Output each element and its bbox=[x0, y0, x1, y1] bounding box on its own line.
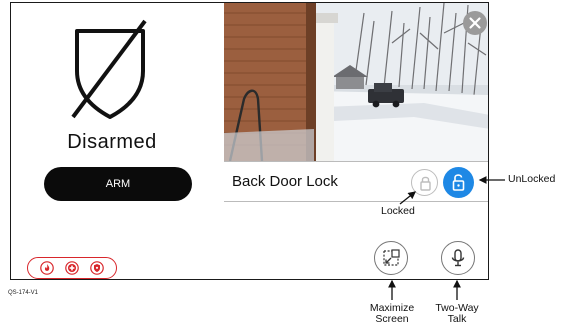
figure-id: QS-174-V1 bbox=[8, 290, 39, 296]
police-icon[interactable] bbox=[90, 261, 105, 275]
device-screen: Disarmed ARM Back Door Lock bbox=[10, 2, 489, 280]
close-icon[interactable] bbox=[463, 11, 487, 35]
maximize-screen-button[interactable] bbox=[374, 241, 408, 275]
callout-maximize-line2: Screen bbox=[375, 313, 409, 325]
emergency-buttons[interactable] bbox=[27, 257, 117, 279]
lock-name: Back Door Lock bbox=[232, 173, 338, 190]
unlock-button[interactable] bbox=[443, 167, 474, 198]
callout-maximize: Maximize Screen bbox=[364, 303, 420, 325]
arm-status-text: Disarmed bbox=[67, 131, 157, 153]
microphone-icon[interactable] bbox=[442, 242, 474, 274]
callout-locked: Locked bbox=[381, 205, 415, 217]
lock-closed-icon[interactable] bbox=[412, 170, 439, 197]
shield-disarmed-icon bbox=[71, 19, 147, 119]
camera-image bbox=[224, 3, 488, 161]
camera-feed[interactable] bbox=[224, 3, 488, 161]
close-button[interactable] bbox=[463, 11, 487, 35]
maximize-icon[interactable] bbox=[375, 242, 407, 274]
lock-control-bar: Back Door Lock bbox=[224, 161, 488, 202]
callout-talk-line2: Talk bbox=[447, 313, 467, 325]
arm-button[interactable]: ARM bbox=[44, 167, 192, 201]
lock-button[interactable] bbox=[411, 169, 438, 196]
fire-icon[interactable] bbox=[39, 261, 54, 275]
two-way-talk-button[interactable] bbox=[441, 241, 475, 275]
callout-unlocked: UnLocked bbox=[508, 173, 556, 185]
medical-icon[interactable] bbox=[65, 261, 79, 275]
lock-open-icon[interactable] bbox=[443, 167, 474, 198]
callout-two-way-talk: Two-Way Talk bbox=[429, 303, 485, 325]
